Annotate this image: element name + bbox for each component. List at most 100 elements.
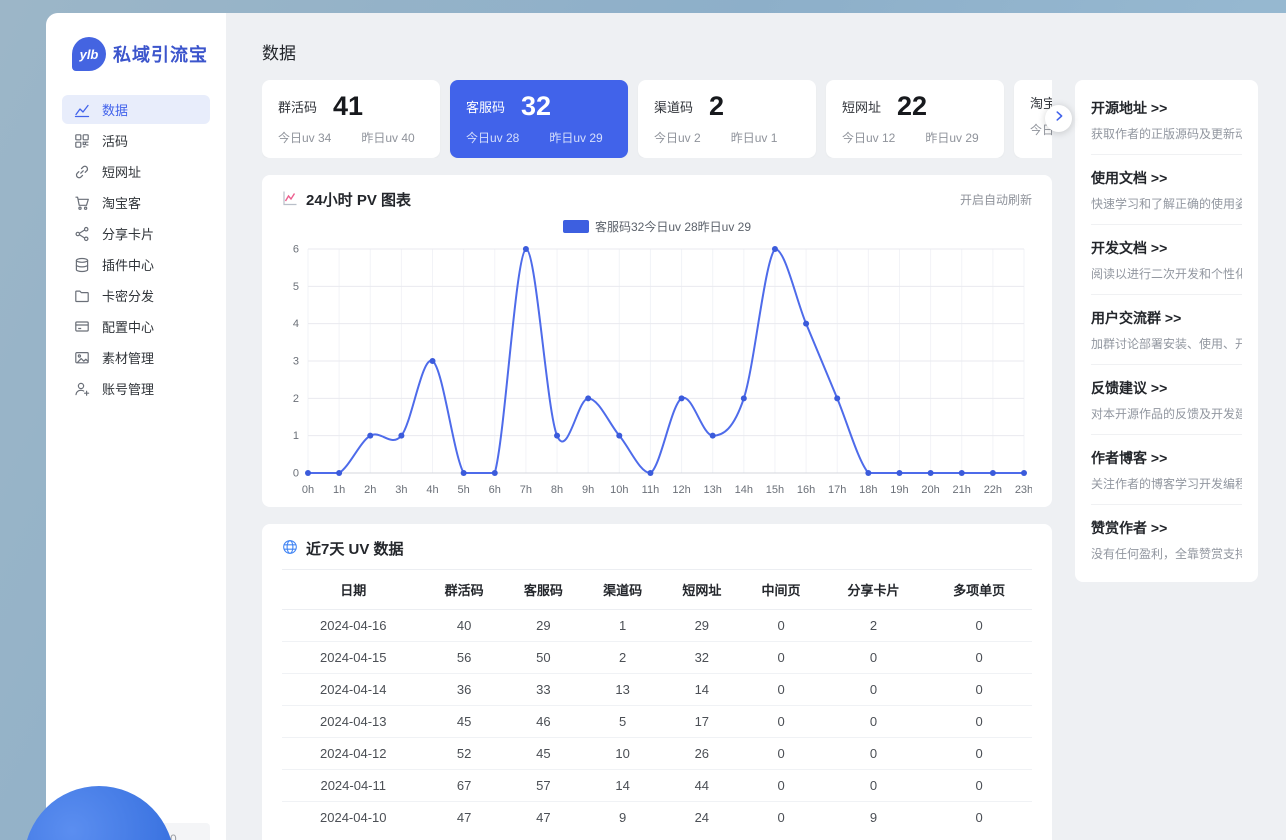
quick-link-title: 开发文档 >> — [1091, 238, 1242, 258]
uv-cell: 13 — [583, 674, 662, 706]
svg-text:3h: 3h — [395, 484, 407, 496]
uv-cell: 2 — [821, 610, 927, 642]
sidebar-item[interactable]: 数据 — [62, 95, 210, 124]
sidebar-item[interactable]: 账号管理 — [62, 374, 210, 403]
svg-text:0h: 0h — [302, 484, 314, 496]
sidebar-item[interactable]: 插件中心 — [62, 250, 210, 279]
quick-link-title: 使用文档 >> — [1091, 168, 1242, 188]
stat-cards-row: 群活码 41 今日uv 34 昨日uv 40 — [262, 80, 1052, 158]
quick-link-item[interactable]: 使用文档 >> 快速学习和了解正确的使用姿... — [1091, 155, 1242, 225]
uv-cell: 0 — [926, 802, 1032, 834]
uv-cell: 2024-04-10 — [282, 802, 425, 834]
uv-column-header: 短网址 — [662, 570, 741, 610]
sidebar-item-icon — [74, 319, 90, 335]
carousel-next-button[interactable] — [1045, 105, 1072, 132]
uv-cell: 29 — [662, 610, 741, 642]
stat-card-value: 22 — [897, 93, 927, 120]
sidebar-item[interactable]: 淘宝客 — [62, 188, 210, 217]
uv-cell: 26 — [662, 738, 741, 770]
sidebar-item[interactable]: 分享卡片 — [62, 219, 210, 248]
svg-text:1h: 1h — [333, 484, 345, 496]
quick-link-item[interactable]: 赞赏作者 >> 没有任何盈利，全靠赞赏支持... — [1091, 505, 1242, 574]
uv-cell: 56 — [425, 642, 504, 674]
chart-legend[interactable]: 客服码32今日uv 28昨日uv 29 — [282, 218, 1032, 235]
stat-card[interactable]: 群活码 41 今日uv 34 昨日uv 40 — [262, 80, 440, 158]
uv-cell: 17 — [662, 706, 741, 738]
quick-link-item[interactable]: 开发文档 >> 阅读以进行二次开发和个性化... — [1091, 225, 1242, 295]
uv-cell: 47 — [425, 802, 504, 834]
stat-card[interactable]: 渠道码 2 今日uv 2 昨日uv 1 — [638, 80, 816, 158]
stat-card-label: 短网址 — [842, 97, 881, 116]
stat-card[interactable]: 客服码 32 今日uv 28 昨日uv 29 — [450, 80, 628, 158]
uv-cell: 29 — [504, 610, 583, 642]
sidebar-item[interactable]: 活码 — [62, 126, 210, 155]
sidebar-item-label: 素材管理 — [102, 348, 154, 367]
quick-link-item[interactable]: 用户交流群 >> 加群讨论部署安装、使用、开... — [1091, 295, 1242, 365]
stat-card[interactable]: 短网址 22 今日uv 12 昨日uv 29 — [826, 80, 1004, 158]
line-chart-icon — [282, 190, 298, 210]
uv-cell: 47 — [504, 802, 583, 834]
svg-text:17h: 17h — [828, 484, 846, 496]
uv-column-header: 多项单页 — [926, 570, 1032, 610]
svg-text:23h: 23h — [1015, 484, 1032, 496]
quick-link-item[interactable]: 开源地址 >> 获取作者的正版源码及更新动... — [1091, 85, 1242, 155]
uv-cell: 0 — [926, 642, 1032, 674]
svg-text:15h: 15h — [766, 484, 784, 496]
svg-text:22h: 22h — [984, 484, 1002, 496]
uv-column-header: 渠道码 — [583, 570, 662, 610]
uv-cell: 36 — [425, 674, 504, 706]
logo: ylb 私域引流宝 — [46, 13, 226, 71]
pv-chart-card: 24小时 PV 图表 开启自动刷新 客服码32今日uv 28昨日uv 29 0 1… — [262, 175, 1052, 507]
quick-link-title: 反馈建议 >> — [1091, 378, 1242, 398]
uv-cell: 0 — [926, 610, 1032, 642]
table-row: 2024-04-104747924090 — [282, 802, 1032, 834]
uv-column-header: 群活码 — [425, 570, 504, 610]
svg-text:16h: 16h — [797, 484, 815, 496]
uv-cell: 0 — [926, 674, 1032, 706]
svg-text:0: 0 — [293, 468, 299, 480]
svg-text:9h: 9h — [582, 484, 594, 496]
stat-card-label: 客服码 — [466, 97, 505, 116]
quick-link-item[interactable]: 作者博客 >> 关注作者的博客学习开发编程... — [1091, 435, 1242, 505]
uv-cell: 45 — [425, 706, 504, 738]
sidebar-item[interactable]: 配置中心 — [62, 312, 210, 341]
table-row: 2024-04-1167571444000 — [282, 770, 1032, 802]
quick-link-title: 开源地址 >> — [1091, 98, 1242, 118]
legend-swatch-icon — [563, 220, 589, 233]
svg-text:5h: 5h — [458, 484, 470, 496]
quick-link-desc: 阅读以进行二次开发和个性化... — [1091, 265, 1242, 282]
sidebar-item-icon — [74, 133, 90, 149]
quick-link-title: 赞赏作者 >> — [1091, 518, 1242, 538]
sidebar-item[interactable]: 卡密分发 — [62, 281, 210, 310]
logo-badge-icon: ylb — [72, 37, 106, 71]
stat-card-yesterday-uv: 昨日uv 1 — [731, 129, 778, 146]
uv-cell: 52 — [425, 738, 504, 770]
uv-cell: 9 — [583, 802, 662, 834]
center-column: 群活码 41 今日uv 34 昨日uv 40 — [262, 80, 1052, 840]
chart-card-title: 24小时 PV 图表 — [306, 189, 411, 210]
uv-cell: 0 — [741, 802, 820, 834]
uv-cell: 0 — [821, 706, 927, 738]
svg-text:4h: 4h — [426, 484, 438, 496]
uv-cell: 9 — [821, 802, 927, 834]
logo-text: 私域引流宝 — [113, 41, 208, 67]
uv-table: 日期群活码客服码渠道码短网址中间页分享卡片多项单页 2024-04-164029… — [282, 569, 1032, 833]
sidebar-item[interactable]: 素材管理 — [62, 343, 210, 372]
main-content: 数据 群活码 41 — [226, 13, 1286, 840]
uv-column-header: 分享卡片 — [821, 570, 927, 610]
uv-cell: 0 — [926, 738, 1032, 770]
stat-card-value: 2 — [709, 93, 724, 120]
page-title: 数据 — [262, 39, 1286, 64]
table-row: 2024-04-1252451026000 — [282, 738, 1032, 770]
sidebar-item-icon — [74, 350, 90, 366]
quick-link-desc: 加群讨论部署安装、使用、开... — [1091, 335, 1242, 352]
quick-link-item[interactable]: 反馈建议 >> 对本开源作品的反馈及开发建... — [1091, 365, 1242, 435]
sidebar-item-icon — [74, 288, 90, 304]
uv-cell: 0 — [741, 674, 820, 706]
uv-cell: 2024-04-11 — [282, 770, 425, 802]
svg-text:7h: 7h — [520, 484, 532, 496]
auto-refresh-toggle[interactable]: 开启自动刷新 — [960, 191, 1032, 208]
sidebar-item-icon — [74, 195, 90, 211]
sidebar-item[interactable]: 短网址 — [62, 157, 210, 186]
quick-link-desc: 关注作者的博客学习开发编程... — [1091, 475, 1242, 492]
